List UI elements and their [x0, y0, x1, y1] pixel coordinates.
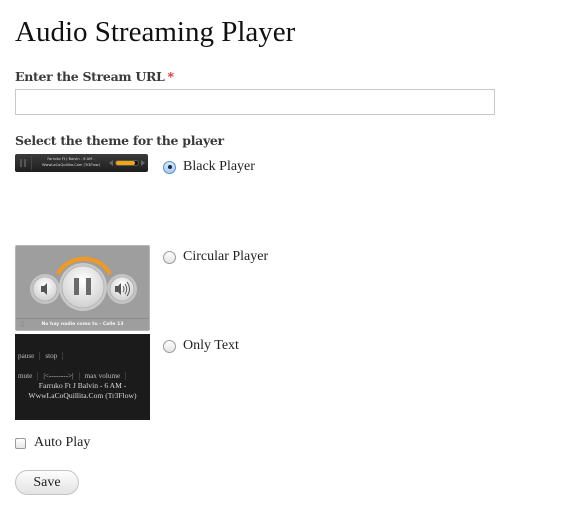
stream-url-input[interactable] [15, 89, 495, 115]
black-player-song: Farruko Ft J Balvin - 6 AM - WwwLaCoQuil… [37, 156, 105, 168]
volume-down-button [30, 274, 60, 304]
radio-label-only-text: Only Text [183, 338, 239, 353]
circular-player-caption: No hay nadie como tu - Calle 13 [16, 318, 149, 330]
required-marker: * [167, 69, 175, 84]
black-player-preview: Farruko Ft J Balvin - 6 AM - WwwLaCoQuil… [15, 154, 148, 172]
theme-label: Select the theme for the player [15, 133, 224, 148]
text-player-song: Farruko Ft J Balvin - 6 AM - WwwLaCoQuil… [15, 381, 150, 401]
volume-bar [115, 160, 139, 166]
song-line-1: Farruko Ft J Balvin - 6 AM - [38, 381, 127, 390]
volume-down-icon [109, 160, 113, 166]
text-player-preview: pause stop mute |<-------->| max volume Far… [15, 334, 150, 420]
text-control-pause: pause [18, 352, 41, 360]
song-line-2: WwwLaCoQuillita.Com (Tr3Flow) [42, 163, 100, 167]
auto-play-checkbox[interactable] [15, 437, 26, 449]
theme-option-black[interactable]: Black Player [163, 159, 255, 175]
text-controls-row-2: mute |<-------->| max volume [18, 372, 127, 380]
radio-label-circular-player: Circular Player [183, 249, 269, 264]
text-controls-row-1: pause stop [18, 352, 64, 360]
pause-button [59, 263, 107, 311]
auto-play-option[interactable]: Auto Play [15, 435, 90, 451]
stream-url-label: Enter the Stream URL * [15, 69, 174, 84]
radio-label-black-player: Black Player [183, 159, 255, 174]
volume-fill [116, 161, 135, 165]
auto-play-label: Auto Play [34, 435, 91, 450]
radio-circular-player[interactable] [163, 250, 176, 264]
text-control-mute: mute [18, 372, 39, 380]
text-control-stop: stop [40, 352, 64, 360]
page-title: Audio Streaming Player [15, 16, 296, 48]
text-control-seek: |<-------->| [38, 372, 80, 380]
pause-icon [20, 159, 26, 167]
radio-only-text[interactable] [163, 339, 176, 353]
radio-black-player[interactable] [163, 160, 176, 174]
volume-up-icon [141, 160, 145, 166]
theme-option-text[interactable]: Only Text [163, 338, 239, 354]
volume-up-button [107, 274, 137, 304]
song-line-2: WwwLaCoQuillita.Com (Tr3Flow) [28, 391, 137, 400]
text-control-max-volume: max volume [80, 372, 127, 380]
circular-player-preview: ♫ No hay nadie como tu - Calle 13 [15, 245, 150, 331]
stream-url-label-text: Enter the Stream URL [15, 69, 165, 84]
divider [31, 156, 32, 170]
theme-option-circular[interactable]: Circular Player [163, 249, 268, 265]
save-button[interactable]: Save [15, 470, 79, 495]
